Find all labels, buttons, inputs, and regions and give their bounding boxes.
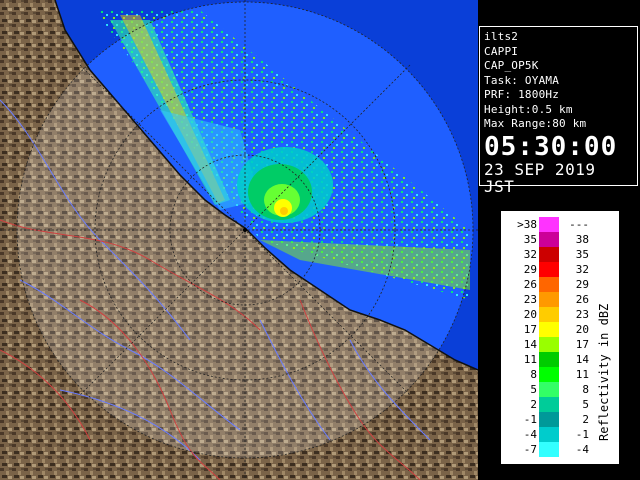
legend-upper-bound: -4 — [575, 443, 589, 456]
legend-upper-bound: -1 — [575, 428, 589, 441]
legend-lower-bound: 14 — [523, 338, 537, 351]
legend-color-swatch — [539, 247, 559, 262]
legend-row: -1 2 — [501, 412, 591, 427]
legend-row: -4 -1 — [501, 427, 591, 442]
legend-upper-bound: 5 — [582, 398, 589, 411]
info-task: Task: OYAMA — [484, 73, 560, 87]
legend-upper-bound: 14 — [575, 353, 589, 366]
legend-upper-bound: 26 — [575, 293, 589, 306]
legend-lower-bound: -1 — [523, 413, 537, 426]
legend-lower-bound: 8 — [530, 368, 537, 381]
legend-title: Reflectivity in dBZ — [597, 304, 611, 441]
legend-title-text: Reflectivity in dBZ — [597, 304, 611, 441]
legend-lower-bound: 23 — [523, 293, 537, 306]
legend-lower-bound: 2 — [530, 398, 537, 411]
info-product-code: CAP_OP5K — [484, 59, 539, 72]
legend-lower-bound: 5 — [530, 383, 537, 396]
legend-color-swatch — [539, 292, 559, 307]
legend-row: 29 32 — [501, 262, 591, 277]
info-site: ilts2 — [484, 30, 519, 43]
legend-color-swatch — [539, 217, 559, 232]
legend-lower-bound: 32 — [523, 248, 537, 261]
legend-color-swatch — [539, 412, 559, 427]
legend-row: 8 11 — [501, 367, 591, 382]
legend-upper-bound: 2 — [582, 413, 589, 426]
legend-row: 14 17 — [501, 337, 591, 352]
legend-color-swatch — [539, 232, 559, 247]
legend-row: 25 — [501, 397, 591, 412]
info-prf: PRF: 1800Hz — [484, 88, 560, 101]
legend-row: 26 29 — [501, 277, 591, 292]
legend-color-swatch — [539, 307, 559, 322]
legend-upper-bound: 11 — [575, 368, 589, 381]
legend-row: 11 14 — [501, 352, 591, 367]
legend-upper-bound: 32 — [575, 263, 589, 276]
legend-upper-bound: --- — [569, 218, 589, 231]
legend-lower-bound: 29 — [523, 263, 537, 276]
radar-site-marker — [243, 228, 247, 232]
legend-lower-bound: >38 — [517, 218, 537, 231]
reflectivity-legend: >38 --- 35 38 32 35 29 32 26 29 23 26 20 23 17 20 14 17 11… — [500, 210, 620, 465]
legend-color-swatch — [539, 442, 559, 457]
info-panel: ilts2 CAPPI CAP_OP5K Task: OYAMA PRF: 18… — [479, 26, 638, 195]
legend-upper-bound: 8 — [582, 383, 589, 396]
legend-upper-bound: 17 — [575, 338, 589, 351]
legend-upper-bound: 20 — [575, 323, 589, 336]
legend-lower-bound: 17 — [523, 323, 537, 336]
legend-lower-bound: 35 — [523, 233, 537, 246]
info-height: Height:0.5 km — [484, 102, 573, 116]
legend-color-swatch — [539, 382, 559, 397]
legend-lower-bound: -7 — [523, 443, 537, 456]
legend-row: 20 23 — [501, 307, 591, 322]
radar-map[interactable] — [0, 0, 478, 480]
legend-row: 23 26 — [501, 292, 591, 307]
legend-row: -7 -4 — [501, 442, 591, 457]
legend-color-swatch — [539, 352, 559, 367]
legend-lower-bound: 20 — [523, 308, 537, 321]
legend-color-swatch — [539, 262, 559, 277]
legend-lower-bound: 11 — [523, 353, 537, 366]
legend-color-swatch — [539, 337, 559, 352]
storm-echo — [237, 147, 333, 223]
legend-color-swatch — [539, 427, 559, 442]
observation-time: 05:30:00 — [484, 131, 618, 162]
legend-upper-bound: 35 — [575, 248, 589, 261]
legend-upper-bound: 38 — [575, 233, 589, 246]
legend-lower-bound: 26 — [523, 278, 537, 291]
legend-row: 58 — [501, 382, 591, 397]
observation-date: 23 SEP 2019 JST — [484, 159, 596, 196]
legend-row: 32 35 — [501, 247, 591, 262]
legend-upper-bound: 29 — [575, 278, 589, 291]
info-product: CAPPI — [484, 44, 519, 58]
legend-row: >38 --- — [501, 217, 591, 232]
legend-color-swatch — [539, 367, 559, 382]
legend-color-swatch — [539, 277, 559, 292]
legend-color-swatch — [539, 322, 559, 337]
legend-upper-bound: 23 — [575, 308, 589, 321]
legend-row: 17 20 — [501, 322, 591, 337]
legend-lower-bound: -4 — [523, 428, 537, 441]
legend-row: 35 38 — [501, 232, 591, 247]
info-max-range: Max Range:80 km — [484, 117, 587, 130]
legend-color-swatch — [539, 397, 559, 412]
